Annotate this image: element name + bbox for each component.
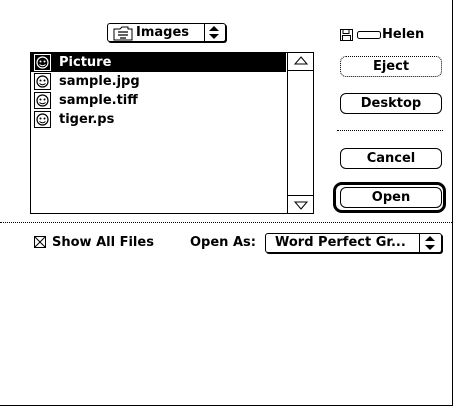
- graphic-document-icon: [34, 73, 51, 90]
- up-arrow-icon: [293, 56, 309, 65]
- folder-popup-menu[interactable]: Images: [107, 23, 226, 42]
- popup-divider: [419, 234, 420, 252]
- file-list[interactable]: Picture sample.jpg sample.tiff tiger.ps: [30, 52, 314, 214]
- hard-drive-icon: [357, 31, 381, 39]
- desktop-button[interactable]: Desktop: [340, 93, 442, 114]
- file-list-rows: Picture sample.jpg sample.tiff tiger.ps: [31, 53, 286, 129]
- file-list-item[interactable]: sample.jpg: [31, 72, 286, 91]
- popup-divider: [204, 24, 205, 41]
- open-as-popup-menu[interactable]: Word Perfect Gr...: [265, 233, 442, 253]
- scroll-down-arrow[interactable]: [288, 195, 314, 213]
- eject-button[interactable]: Eject: [340, 56, 442, 77]
- file-name: tiger.ps: [59, 112, 115, 127]
- checkmark-icon: [35, 237, 45, 247]
- show-all-files-label: Show All Files: [52, 235, 154, 250]
- file-name: sample.tiff: [59, 93, 138, 108]
- cancel-button[interactable]: Cancel: [340, 148, 442, 169]
- up-down-arrows-icon: [425, 236, 435, 250]
- scroll-up-arrow[interactable]: [288, 53, 314, 71]
- open-as-value: Word Perfect Gr...: [275, 235, 406, 250]
- dialog-divider: [0, 222, 452, 223]
- file-list-item[interactable]: Picture: [31, 53, 286, 72]
- file-list-item[interactable]: tiger.ps: [31, 110, 286, 129]
- show-all-files-checkbox[interactable]: [34, 236, 46, 248]
- disk-icon: [340, 29, 353, 41]
- open-as-label: Open As:: [190, 235, 256, 250]
- file-list-item[interactable]: sample.tiff: [31, 91, 286, 110]
- open-file-dialog: Images Picture sample.jpg sample.tiff tiger…: [0, 0, 453, 406]
- disk-name: Helen: [382, 27, 425, 42]
- graphic-document-icon: [34, 92, 51, 109]
- graphic-document-icon: [34, 111, 51, 128]
- file-list-scrollbar[interactable]: [287, 53, 314, 213]
- graphic-document-icon: [34, 54, 51, 71]
- down-arrow-icon: [293, 201, 309, 210]
- file-name: Picture: [59, 55, 112, 70]
- folder-icon: [113, 26, 133, 41]
- up-down-arrows-icon: [209, 26, 219, 39]
- file-name: sample.jpg: [59, 74, 140, 89]
- folder-popup-label: Images: [136, 25, 190, 40]
- open-button[interactable]: Open: [340, 187, 442, 208]
- button-separator: [337, 130, 443, 131]
